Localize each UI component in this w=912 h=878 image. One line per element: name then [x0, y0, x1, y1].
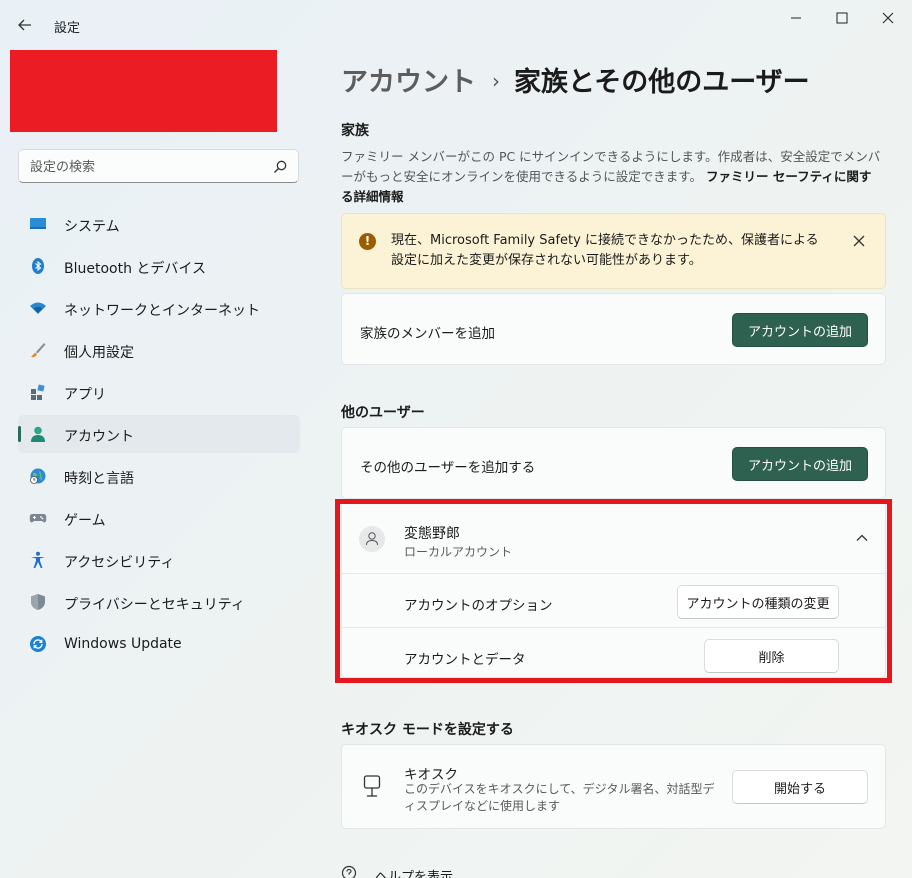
user-account-type: ローカルアカウント	[404, 545, 513, 559]
sidebar-item-label: プライバシーとセキュリティ	[64, 597, 245, 613]
kiosk-description: このデバイスをキオスクにして、デジタル署名、対話型ディスプレイなどに使用します	[404, 782, 715, 813]
search-icon[interactable]	[272, 159, 288, 175]
sidebar-item-accessibility[interactable]: アクセシビリティ	[18, 541, 300, 579]
sidebar-item-privacy[interactable]: プライバシーとセキュリティ	[18, 583, 300, 621]
title-bar: 設定	[0, 0, 912, 40]
settings-search-box[interactable]	[18, 149, 299, 183]
sidebar-item-label: アプリ	[64, 387, 106, 403]
kiosk-title: キオスク	[404, 767, 458, 783]
sidebar-item-label: ネットワークとインターネット	[64, 303, 260, 319]
avatar-icon	[359, 526, 385, 552]
maximize-icon[interactable]	[822, 6, 862, 30]
kiosk-section-heading: キオスク モードを設定する	[341, 722, 514, 738]
add-other-user-label: その他のユーザーを追加する	[360, 460, 536, 476]
sidebar-item-network[interactable]: ネットワークとインターネット	[18, 289, 300, 327]
breadcrumb-chevron-icon: ›	[492, 69, 500, 93]
accessibility-icon	[31, 551, 45, 568]
sidebar-item-label: Windows Update	[64, 636, 182, 652]
breadcrumb: アカウント › 家族とその他のユーザー	[341, 60, 810, 100]
system-icon	[30, 218, 46, 229]
gamepad-icon	[29, 514, 47, 523]
change-account-type-button[interactable]: アカウントの種類の変更	[677, 585, 839, 619]
sidebar-item-label: 個人用設定	[64, 345, 134, 361]
shield-icon	[31, 594, 45, 610]
sidebar-item-gaming[interactable]: ゲーム	[18, 499, 300, 537]
account-options-label: アカウントのオプション	[404, 598, 553, 614]
brush-icon	[31, 343, 46, 358]
start-kiosk-button[interactable]: 開始する	[732, 770, 868, 804]
family-description: ファミリー メンバーがこの PC にサインインできるようにします。作成者は、安全…	[341, 147, 881, 207]
help-label: ヘルプを表示	[375, 870, 454, 878]
remove-account-button[interactable]: 削除	[704, 639, 839, 673]
add-other-account-button[interactable]: アカウントの追加	[732, 447, 868, 481]
sidebar-item-label: 時刻と言語	[64, 471, 134, 487]
sidebar-item-accounts[interactable]: アカウント	[18, 415, 300, 453]
apps-icon	[31, 384, 45, 400]
time-language-icon	[30, 468, 46, 484]
account-options-row: アカウントのオプション アカウントの種類の変更	[342, 575, 885, 628]
sidebar-item-label: アカウント	[64, 429, 134, 445]
page-title: 家族とその他のユーザー	[514, 67, 810, 98]
user-name: 変態野郎	[404, 526, 460, 542]
add-other-user-card: その他のユーザーを追加する アカウントの追加	[341, 427, 886, 499]
sidebar-item-time-language[interactable]: 時刻と言語	[18, 457, 300, 495]
breadcrumb-parent-link[interactable]: アカウント	[341, 67, 476, 98]
sidebar-item-windows-update[interactable]: Windows Update	[18, 625, 300, 663]
chevron-up-icon[interactable]	[855, 531, 869, 545]
warning-message: 現在、Microsoft Family Safety に接続できなかったため、保…	[391, 233, 819, 268]
account-data-label: アカウントとデータ	[404, 652, 526, 668]
sidebar-item-apps[interactable]: アプリ	[18, 373, 300, 411]
kiosk-card: キオスク このデバイスをキオスクにして、デジタル署名、対話型ディスプレイなどに使…	[341, 744, 886, 829]
user-account-expander: 変態野郎 ローカルアカウント アカウントのオプション アカウントの種類の変更 ア…	[341, 500, 886, 678]
minimize-icon[interactable]	[776, 6, 816, 30]
redacted-profile-area	[10, 50, 277, 132]
help-icon	[341, 865, 357, 878]
sidebar-item-label: システム	[64, 219, 120, 235]
app-title: 設定	[54, 21, 81, 36]
user-account-header[interactable]: 変態野郎 ローカルアカウント	[342, 501, 885, 574]
sidebar-item-system[interactable]: システム	[18, 205, 300, 243]
warning-infobar: ! 現在、Microsoft Family Safety に接続できなかったため…	[341, 213, 886, 289]
account-icon	[31, 426, 45, 442]
add-family-member-card: 家族のメンバーを追加 アカウントの追加	[341, 293, 886, 365]
close-window-icon[interactable]	[868, 6, 908, 30]
back-arrow-icon[interactable]	[14, 14, 36, 36]
add-family-member-label: 家族のメンバーを追加	[360, 326, 495, 342]
sidebar-item-label: Bluetooth とデバイス	[64, 261, 206, 277]
sidebar-item-label: ゲーム	[64, 513, 106, 529]
update-icon	[30, 636, 46, 652]
account-data-row: アカウントとデータ 削除	[342, 629, 885, 682]
other-users-section-heading: 他のユーザー	[341, 405, 425, 421]
kiosk-icon	[363, 775, 381, 797]
sidebar-item-personalization[interactable]: 個人用設定	[18, 331, 300, 369]
sidebar-item-bluetooth[interactable]: Bluetooth とデバイス	[18, 247, 300, 285]
warning-icon: !	[359, 233, 376, 250]
add-family-account-button[interactable]: アカウントの追加	[732, 313, 868, 347]
wifi-icon	[30, 302, 46, 314]
close-icon[interactable]	[847, 229, 871, 253]
sidebar-item-label: アクセシビリティ	[64, 555, 175, 571]
sidebar-nav: システム Bluetooth とデバイス ネットワークとインターネット 個人用設…	[18, 205, 300, 667]
bluetooth-icon	[32, 258, 44, 274]
search-input[interactable]	[30, 157, 270, 177]
family-section-heading: 家族	[341, 123, 369, 139]
